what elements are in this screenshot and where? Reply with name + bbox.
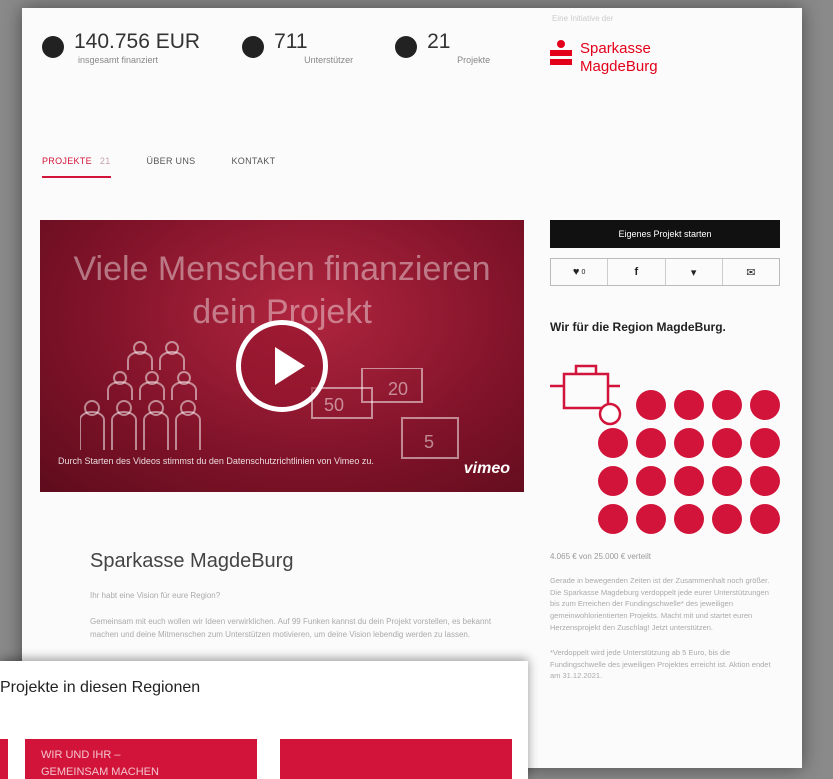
stat-funded: 140.756 EUR insgesamt finanziert (42, 30, 200, 65)
sidebar: Eigenes Projekt starten ♥ 0 f ▾ ✉ Wir für… (550, 220, 780, 682)
facebook-share-button[interactable]: f (608, 259, 666, 285)
funding-progress-text: 4.065 € von 25.000 € verteilt (550, 552, 651, 561)
bill-50-label: 50 (324, 395, 344, 415)
project-question: Ihr habt eine Vision für eure Region? (90, 591, 221, 600)
stat-funded-value: 140.756 EUR (74, 30, 201, 53)
video-privacy-caption: Durch Starten des Videos stimmst du den … (58, 456, 374, 466)
like-button[interactable]: ♥ 0 (551, 259, 609, 285)
like-count: 0 (581, 268, 586, 276)
projects-icon (395, 36, 418, 58)
stat-projects-value: 21 (427, 30, 451, 53)
heart-icon: ♥ (572, 266, 580, 278)
video-player[interactable]: Viele Menschen finanzieren dein Projekt (40, 220, 524, 492)
video-title-line1: Viele Menschen finanzieren (73, 250, 491, 288)
region-card[interactable] (0, 739, 8, 779)
supporters-icon (242, 36, 265, 58)
vimeo-logo[interactable]: vimeo (464, 460, 510, 478)
stat-supporters-value: 711 (274, 30, 308, 53)
region-card[interactable]: WIR UND IHR – GEMEINSAM MACHEN (25, 739, 257, 779)
region-card-title-line2: GEMEINSAM MACHEN (41, 765, 159, 778)
brand-caption: Eine Initiative der (552, 14, 614, 23)
tab-projects-label: PROJEKTE (42, 156, 92, 166)
tab-bar: PROJEKTE 21 ÜBER UNS KONTAKT (42, 156, 311, 178)
sparkasse-logo-icon (550, 40, 572, 66)
sidebar-footnote: *Verdoppelt wird jede Unterstützung ab 5… (550, 648, 771, 681)
region-heading: Wir für die Region MagdeBurg. (550, 320, 726, 334)
stat-supporters: 711 Unterstützer (242, 30, 353, 65)
tab-about[interactable]: ÜBER UNS (147, 156, 196, 178)
funding-visual (550, 352, 780, 542)
money-icon (42, 36, 64, 58)
start-project-button[interactable]: Eigenes Projekt starten (550, 220, 780, 248)
regions-overlay: Projekte in diesen Regionen WIR UND IHR … (0, 661, 528, 779)
mail-icon: ✉ (746, 266, 756, 279)
bill-20-label: 20 (388, 379, 408, 399)
facebook-icon: f (634, 266, 639, 278)
email-share-button[interactable]: ✉ (723, 259, 779, 285)
region-card-title: WIR UND IHR – GEMEINSAM MACHEN (41, 747, 159, 779)
twitter-share-button[interactable]: ▾ (666, 259, 723, 285)
regions-heading: Projekte in diesen Regionen (0, 679, 201, 696)
twitter-icon: ▾ (690, 266, 697, 279)
brand-logo-link[interactable]: Sparkasse MagdeBurg (550, 40, 690, 76)
brand-name: Sparkasse MagdeBurg (580, 40, 658, 75)
money-bills-icon: 50 20 5 (311, 368, 459, 459)
bill-5-label: 5 (424, 432, 434, 452)
project-title: Sparkasse MagdeBurg (90, 550, 294, 572)
stat-projects: 21 Projekte (395, 30, 490, 65)
play-button[interactable] (236, 320, 328, 412)
share-bar: ♥ 0 f ▾ ✉ (550, 258, 780, 286)
people-illustration-icon (80, 341, 201, 450)
funding-dot-grid (598, 390, 780, 534)
page-sheet: 140.756 EUR insgesamt finanziert 711 Unt… (22, 8, 802, 768)
sidebar-description: Gerade in bewegenden Zeiten ist der Zusa… (550, 576, 770, 632)
region-card[interactable] (280, 739, 512, 779)
stats-bar: 140.756 EUR insgesamt finanziert 711 Unt… (42, 30, 532, 65)
stat-funded-label: insgesamt finanziert (78, 55, 159, 66)
region-card-title-line1: WIR UND IHR – (41, 749, 121, 761)
stat-supporters-label: Unterstützer (304, 55, 354, 66)
project-description: Gemeinsam mit euch wollen wir Ideen verw… (90, 617, 492, 639)
tab-projects-count: 21 (99, 156, 111, 166)
stat-projects-label: Projekte (457, 55, 491, 66)
tab-projects[interactable]: PROJEKTE 21 (42, 156, 111, 178)
tab-contact[interactable]: KONTAKT (231, 156, 275, 178)
